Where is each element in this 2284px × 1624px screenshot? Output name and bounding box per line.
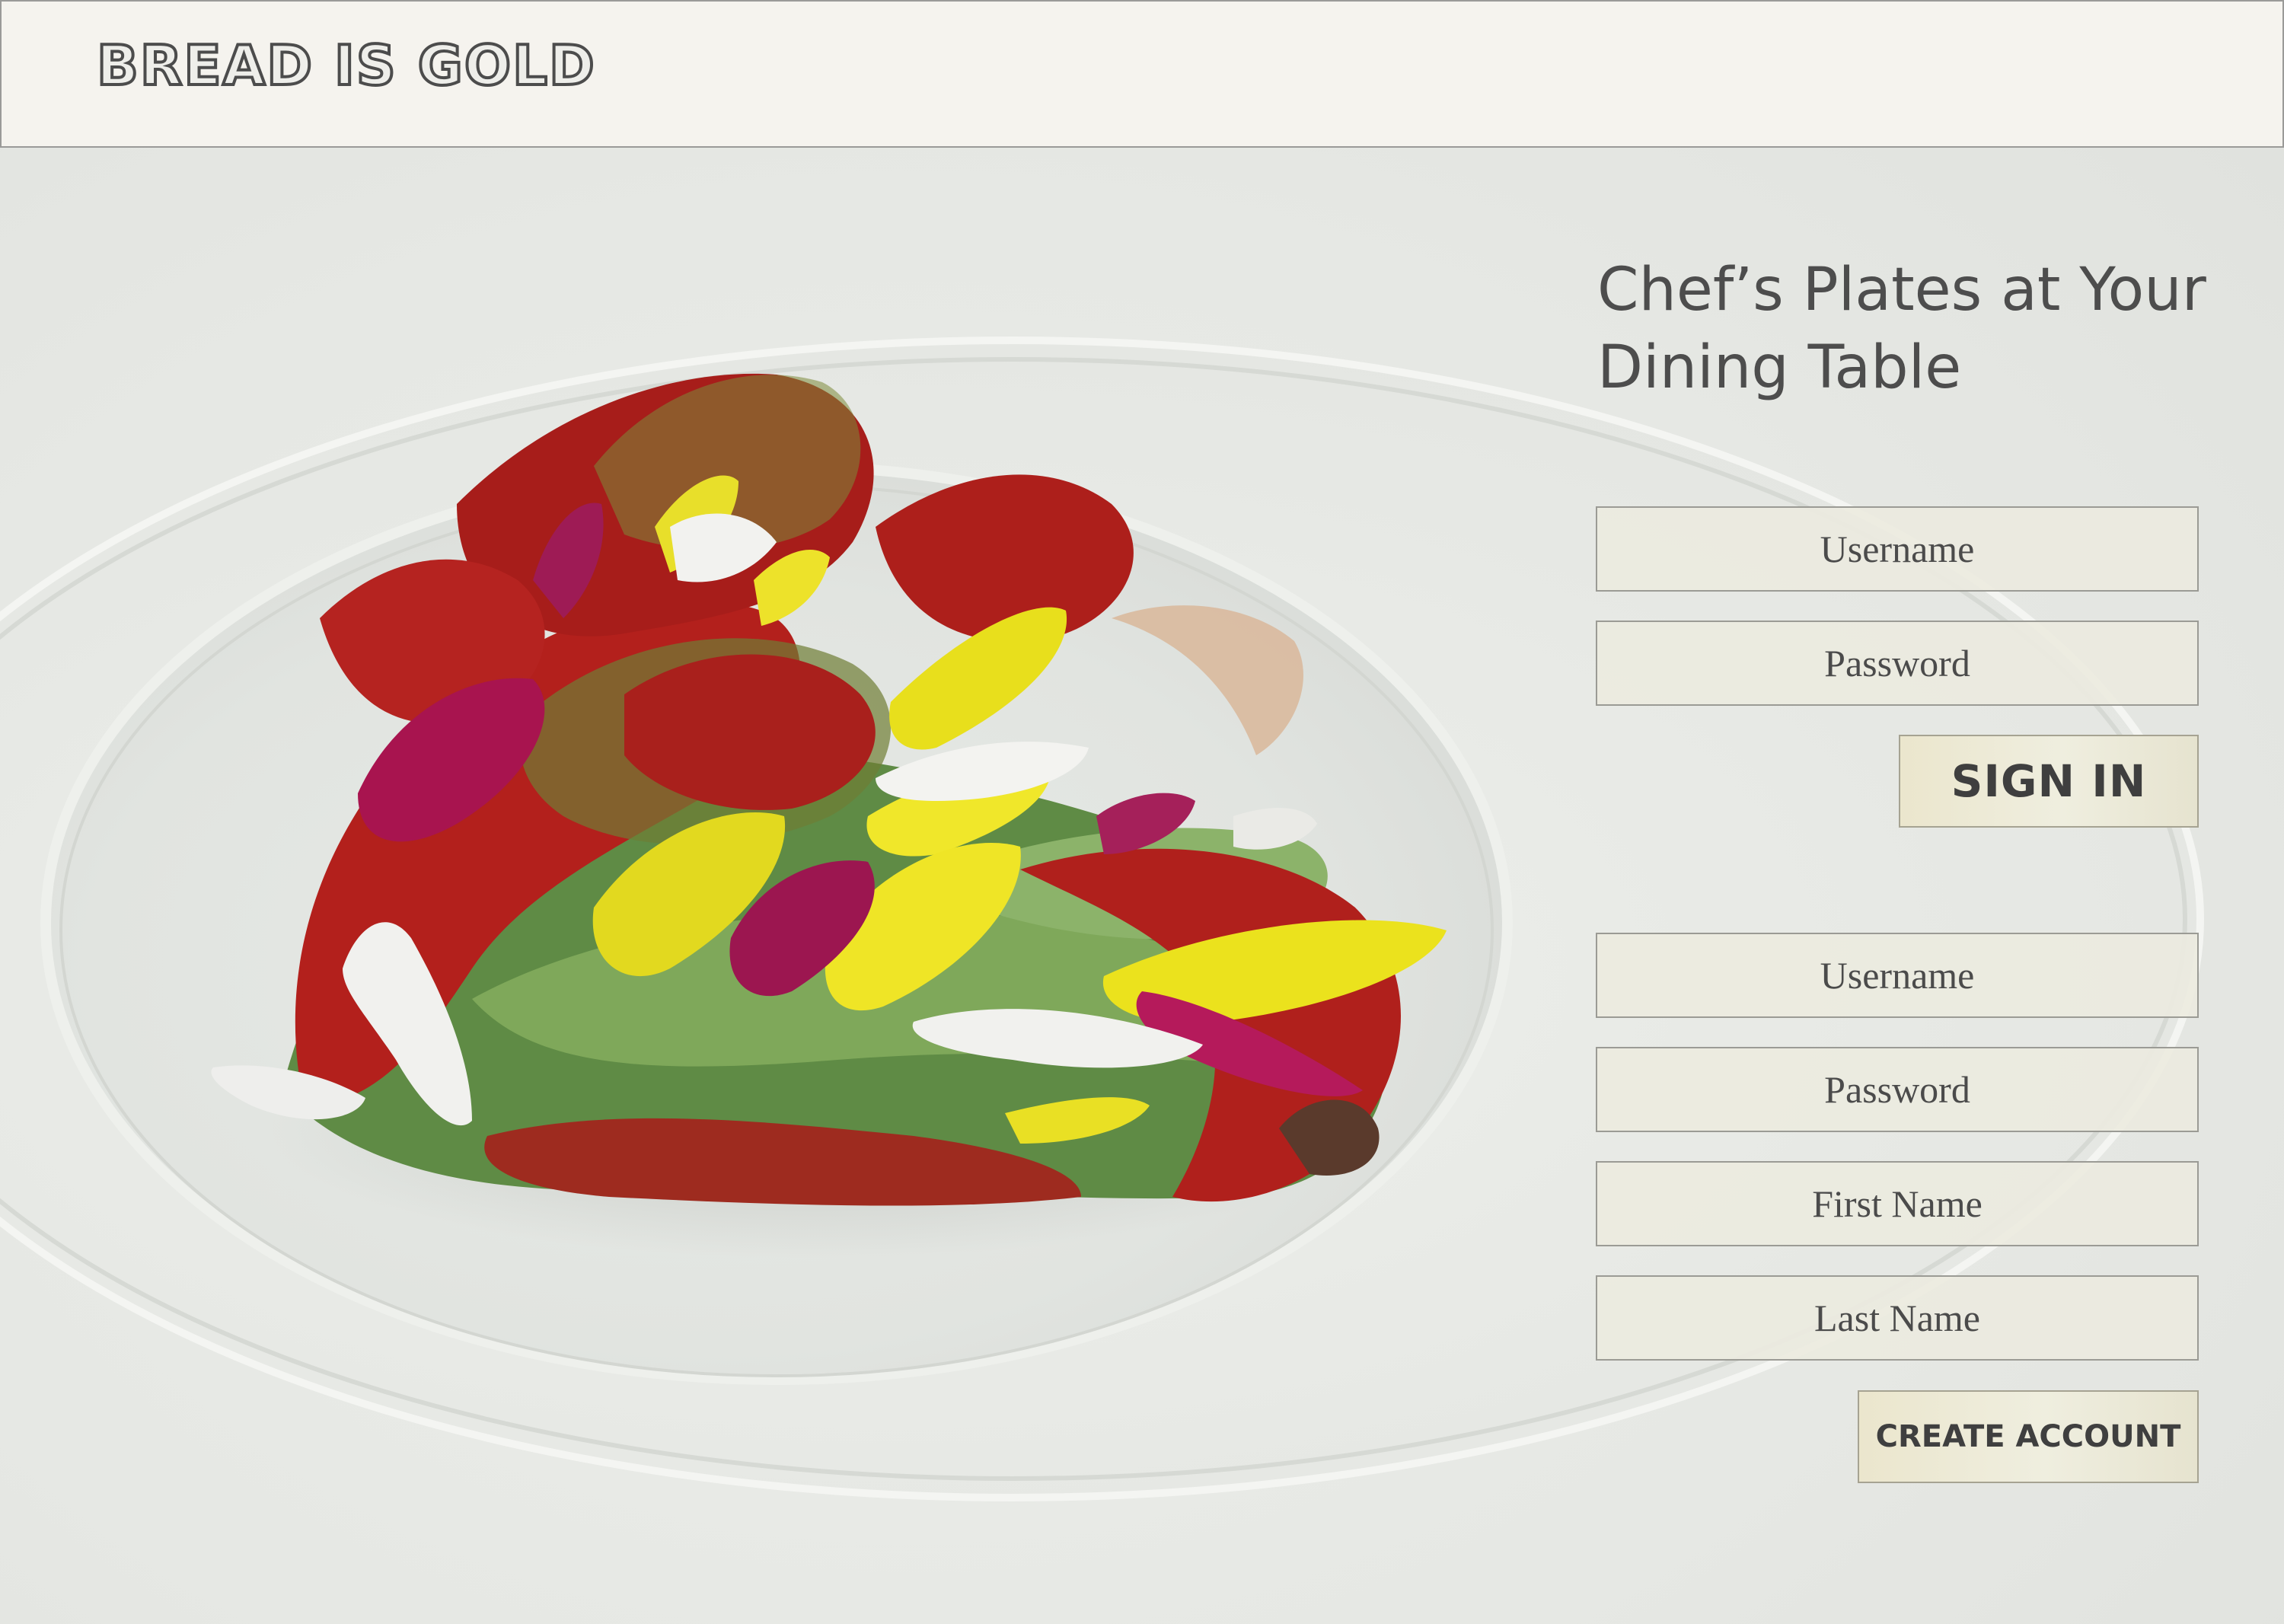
register-first-name-field [1596, 1161, 2199, 1246]
register-username-input[interactable] [1597, 934, 2197, 1016]
brand-logo[interactable]: BREAD IS GOLD [95, 37, 596, 94]
last-name-input[interactable] [1597, 1277, 2197, 1359]
signin-username-field [1596, 506, 2199, 592]
signin-password-field [1596, 621, 2199, 706]
signin-password-input[interactable] [1597, 622, 2197, 704]
register-username-field [1596, 933, 2199, 1018]
page: BREAD IS GOLD Chef’s Plates at Your Dini… [0, 0, 2284, 1624]
sign-in-button[interactable]: SIGN IN [1899, 735, 2199, 828]
first-name-input[interactable] [1597, 1163, 2197, 1245]
register-password-field [1596, 1047, 2199, 1132]
page-headline: Chef’s Plates at Your Dining Table [1597, 251, 2222, 407]
top-navbar: BREAD IS GOLD [0, 0, 2284, 148]
headline-line-2: Dining Table [1597, 333, 1962, 402]
signin-username-input[interactable] [1597, 508, 2197, 590]
headline-line-1: Chef’s Plates at Your [1597, 256, 2206, 324]
register-password-input[interactable] [1597, 1048, 2197, 1131]
create-account-button[interactable]: CREATE ACCOUNT [1858, 1390, 2199, 1483]
register-last-name-field [1596, 1275, 2199, 1361]
